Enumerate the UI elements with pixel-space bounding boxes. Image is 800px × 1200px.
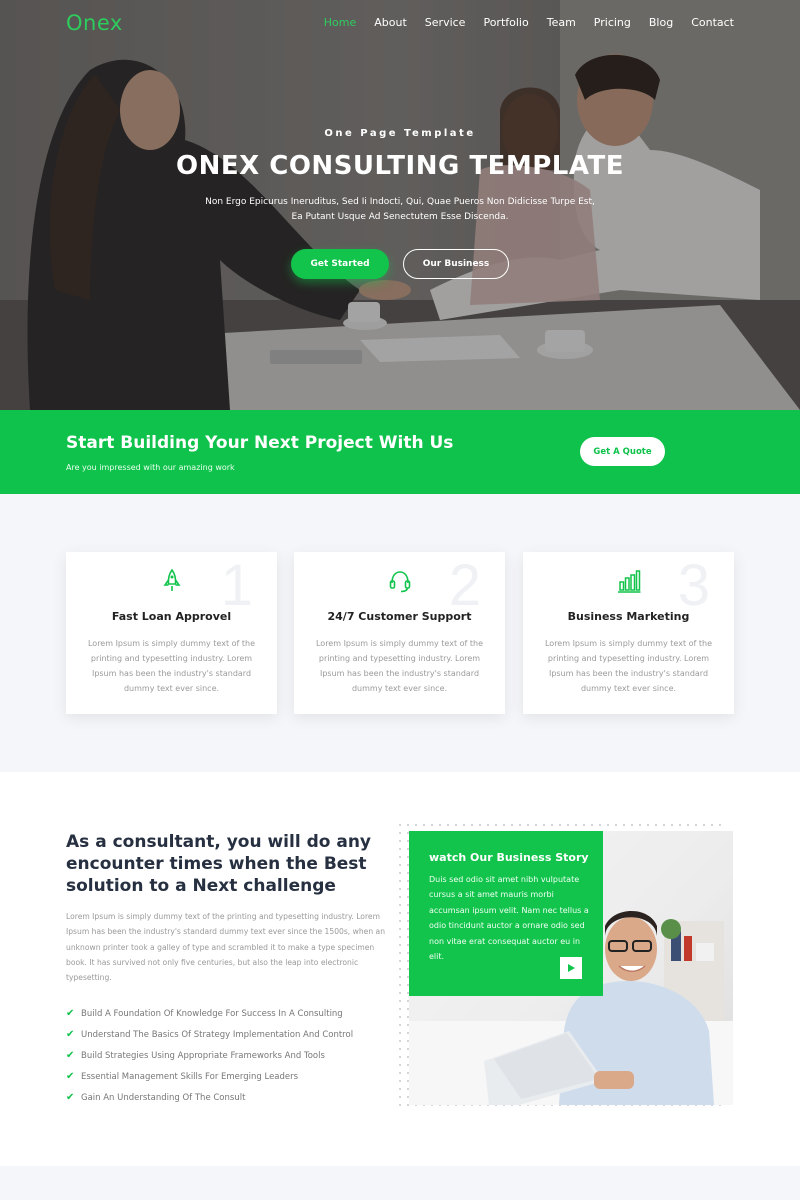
hero-section: Onex Home About Service Portfolio Team P…: [0, 0, 800, 410]
our-business-button[interactable]: Our Business: [403, 249, 509, 279]
site-logo[interactable]: Onex: [66, 11, 123, 35]
features-section: 1 Fast Loan Approvel Lorem Ipsum is simp…: [0, 494, 800, 772]
feature-card: 3 Business Marketing Lorem Ipsum is simp…: [523, 552, 734, 714]
story-title: watch Our Business Story: [429, 851, 589, 864]
hero-title: ONEX CONSULTING TEMPLATE: [176, 151, 624, 181]
nav-item-about[interactable]: About: [374, 16, 407, 29]
feature-title: Business Marketing: [567, 610, 690, 623]
story-text: Duis sed odio sit amet nibh vulputate cu…: [429, 875, 589, 962]
play-video-button[interactable]: [560, 957, 582, 979]
list-item: ✔ Essential Management Skills For Emergin…: [66, 1066, 386, 1087]
list-item: ✔ Build Strategies Using Appropriate Fram…: [66, 1045, 386, 1066]
bar-chart-icon: [617, 570, 640, 593]
feature-card: 2 24/7 Customer Support Lorem Ipsum is s…: [294, 552, 505, 714]
about-text: Lorem Ipsum is simply dummy text of the …: [66, 912, 386, 983]
hero-content: One Page Template ONEX CONSULTING TEMPLA…: [0, 128, 800, 279]
list-item: ✔ Build A Foundation Of Knowledge For Suc…: [66, 1003, 386, 1024]
nav-item-home[interactable]: Home: [324, 16, 356, 29]
feature-number: 2: [448, 553, 481, 618]
about-title: As a consultant, you will do any encount…: [66, 832, 372, 896]
feature-text: Lorem Ipsum is simply dummy text of the …: [544, 639, 712, 693]
list-item: ✔ Understand The Basics Of Strategy Imple…: [66, 1024, 386, 1045]
list-item-label: Build A Foundation Of Knowledge For Succ…: [81, 1008, 343, 1019]
feature-text: Lorem Ipsum is simply dummy text of the …: [315, 639, 483, 693]
check-icon: ✔: [66, 1029, 75, 1040]
list-item-label: Understand The Basics Of Strategy Implem…: [81, 1029, 354, 1040]
nav-item-contact[interactable]: Contact: [691, 16, 734, 29]
nav-item-blog[interactable]: Blog: [649, 16, 673, 29]
feature-title: 24/7 Customer Support: [327, 610, 472, 623]
headset-icon: [389, 571, 410, 593]
feature-text: Lorem Ipsum is simply dummy text of the …: [87, 639, 255, 693]
nav-item-portfolio[interactable]: Portfolio: [483, 16, 528, 29]
list-item: ✔ Gain An Understanding Of The Consult: [66, 1087, 386, 1108]
feature-title: Fast Loan Approvel: [111, 610, 232, 623]
get-a-quote-button[interactable]: Get A Quote: [580, 437, 665, 466]
nav-item-team[interactable]: Team: [547, 16, 576, 29]
cta-subtitle: Are you impressed with our amazing work: [66, 463, 235, 472]
feature-card: 1 Fast Loan Approvel Lorem Ipsum is simp…: [66, 552, 277, 714]
nav-item-pricing[interactable]: Pricing: [594, 16, 631, 29]
nav-menu: Home About Service Portfolio Team Pricin…: [306, 16, 734, 29]
cta-title: Start Building Your Next Project With Us: [66, 433, 454, 453]
check-icon: ✔: [66, 1050, 75, 1061]
get-started-button[interactable]: Get Started: [291, 249, 389, 279]
top-navigation: Onex Home About Service Portfolio Team P…: [0, 0, 800, 46]
check-icon: ✔: [66, 1071, 75, 1082]
check-icon: ✔: [66, 1008, 75, 1019]
nav-item-service[interactable]: Service: [425, 16, 466, 29]
hero-description: Non Ergo Epicurus Ineruditus, Sed Ii Ind…: [205, 197, 595, 222]
hero-buttons: Get Started Our Business: [0, 249, 800, 279]
checklist: ✔ Build A Foundation Of Knowledge For Suc…: [66, 1003, 386, 1108]
check-icon: ✔: [66, 1092, 75, 1103]
list-item-label: Gain An Understanding Of The Consult: [81, 1092, 246, 1103]
rocket-icon: [162, 568, 181, 591]
cta-band: Start Building Your Next Project With Us…: [0, 410, 800, 494]
about-section: As a consultant, you will do any encount…: [0, 772, 800, 1166]
hero-kicker: One Page Template: [324, 128, 476, 139]
business-story-card: watch Our Business Story Duis sed odio s…: [409, 831, 603, 996]
play-icon: [568, 964, 575, 972]
list-item-label: Essential Management Skills For Emerging…: [81, 1071, 299, 1082]
list-item-label: Build Strategies Using Appropriate Frame…: [81, 1050, 325, 1061]
next-section-strip: [0, 1166, 800, 1200]
feature-number: 3: [677, 553, 710, 618]
feature-number: 1: [220, 553, 253, 618]
